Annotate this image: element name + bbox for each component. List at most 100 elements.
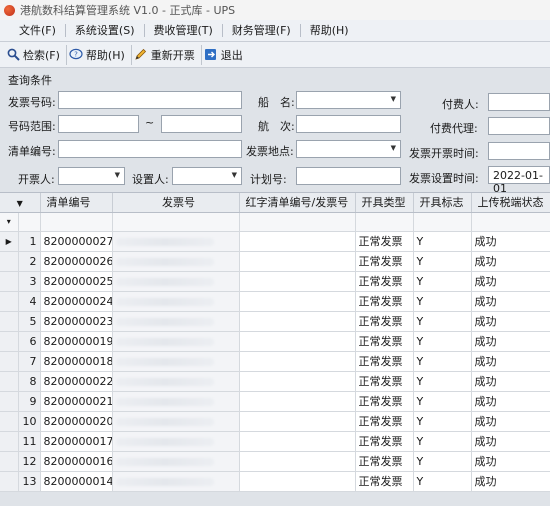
upload-status-cell[interactable]: 成功 (471, 251, 550, 272)
list-no-cell[interactable]: 8200000018 (40, 351, 113, 372)
filter-cell[interactable] (413, 212, 472, 232)
menu-fee-management[interactable]: 费收管理(T) (145, 24, 223, 37)
table-row[interactable]: 13 8200000014 正常发票 Y 成功 (0, 471, 550, 492)
red-list-no-cell[interactable] (239, 311, 356, 332)
issue-flag-cell[interactable]: Y (413, 331, 472, 352)
upload-status-cell[interactable]: 成功 (471, 291, 550, 312)
invoice-no-cell-redacted[interactable] (112, 271, 240, 292)
invoice-no-cell-redacted[interactable] (112, 231, 240, 252)
column-header-upload-status[interactable]: 上传税端状态 (471, 193, 550, 213)
red-list-no-cell[interactable] (239, 391, 356, 412)
invoice-no-cell-redacted[interactable] (112, 391, 240, 412)
issue-flag-cell[interactable]: Y (413, 451, 472, 472)
table-row[interactable]: 6 8200000019 正常发票 Y 成功 (0, 331, 550, 352)
filter-cell[interactable] (112, 212, 240, 232)
menu-file[interactable]: 文件(F) (10, 24, 66, 37)
table-row[interactable]: 12 8200000016 正常发票 Y 成功 (0, 451, 550, 472)
issue-type-cell[interactable]: 正常发票 (355, 271, 414, 292)
upload-status-cell[interactable]: 成功 (471, 351, 550, 372)
issue-type-cell[interactable]: 正常发票 (355, 311, 414, 332)
issue-type-cell[interactable]: 正常发票 (355, 411, 414, 432)
issue-flag-cell[interactable]: Y (413, 291, 472, 312)
invoice-no-input[interactable] (58, 91, 242, 109)
list-no-input[interactable] (58, 140, 242, 158)
table-row[interactable]: 7 8200000018 正常发票 Y 成功 (0, 351, 550, 372)
filter-cell[interactable] (471, 212, 550, 232)
table-row[interactable]: 5 8200000023 正常发票 Y 成功 (0, 311, 550, 332)
red-list-no-cell[interactable] (239, 471, 356, 492)
column-header-list-no[interactable]: 清单编号 (40, 193, 113, 213)
issue-type-cell[interactable]: 正常发票 (355, 451, 414, 472)
menu-finance-management[interactable]: 财务管理(F) (223, 24, 301, 37)
voyage-input[interactable] (296, 115, 401, 133)
menu-system-settings[interactable]: 系统设置(S) (66, 24, 145, 37)
plan-no-input[interactable] (296, 167, 401, 185)
invoice-no-cell-redacted[interactable] (112, 471, 240, 492)
upload-status-cell[interactable]: 成功 (471, 371, 550, 392)
list-no-cell[interactable]: 8200000026 (40, 251, 113, 272)
issue-flag-cell[interactable]: Y (413, 391, 472, 412)
table-row[interactable]: 3 8200000025 正常发票 Y 成功 (0, 271, 550, 292)
list-no-cell[interactable]: 8200000021 (40, 391, 113, 412)
table-row[interactable]: 9 8200000021 正常发票 Y 成功 (0, 391, 550, 412)
invoice-no-cell-redacted[interactable] (112, 431, 240, 452)
list-no-cell[interactable]: 8200000017 (40, 431, 113, 452)
red-list-no-cell[interactable] (239, 351, 356, 372)
upload-status-cell[interactable]: 成功 (471, 451, 550, 472)
list-no-cell[interactable]: 8200000019 (40, 331, 113, 352)
list-no-cell[interactable]: 8200000027 (40, 231, 113, 252)
issue-flag-cell[interactable]: Y (413, 231, 472, 252)
upload-status-cell[interactable]: 成功 (471, 391, 550, 412)
setter-select[interactable] (172, 167, 242, 185)
upload-status-cell[interactable]: 成功 (471, 271, 550, 292)
number-range-end-input[interactable] (161, 115, 242, 133)
table-row[interactable]: 11 8200000017 正常发票 Y 成功 (0, 431, 550, 452)
red-list-no-cell[interactable] (239, 411, 356, 432)
upload-status-cell[interactable]: 成功 (471, 471, 550, 492)
red-list-no-cell[interactable] (239, 371, 356, 392)
issuer-select[interactable] (58, 167, 125, 185)
issue-type-cell[interactable]: 正常发票 (355, 231, 414, 252)
table-row[interactable]: 4 8200000024 正常发票 Y 成功 (0, 291, 550, 312)
red-list-no-cell[interactable] (239, 291, 356, 312)
red-list-no-cell[interactable] (239, 271, 356, 292)
issue-type-cell[interactable]: 正常发票 (355, 351, 414, 372)
invoice-no-cell-redacted[interactable] (112, 291, 240, 312)
list-no-cell[interactable]: 8200000024 (40, 291, 113, 312)
issue-flag-cell[interactable]: Y (413, 431, 472, 452)
issue-type-cell[interactable]: 正常发票 (355, 471, 414, 492)
table-row[interactable]: 10 8200000020 正常发票 Y 成功 (0, 411, 550, 432)
number-range-start-input[interactable] (58, 115, 139, 133)
upload-status-cell[interactable]: 成功 (471, 411, 550, 432)
search-button[interactable]: 检索(F) (4, 44, 67, 65)
table-row[interactable]: 8 8200000022 正常发票 Y 成功 (0, 371, 550, 392)
filter-icon[interactable]: ▾ (0, 212, 19, 232)
invoice-place-select[interactable] (296, 140, 401, 158)
menu-help[interactable]: 帮助(H) (301, 24, 358, 37)
issue-type-cell[interactable]: 正常发票 (355, 331, 414, 352)
red-list-no-cell[interactable] (239, 251, 356, 272)
filter-cell[interactable] (355, 212, 414, 232)
filter-cell[interactable] (40, 212, 113, 232)
issue-type-cell[interactable]: 正常发票 (355, 391, 414, 412)
column-header-invoice-no[interactable]: 发票号 (112, 193, 240, 213)
column-header-issue-type[interactable]: 开具类型 (355, 193, 414, 213)
issue-flag-cell[interactable]: Y (413, 251, 472, 272)
issue-flag-cell[interactable]: Y (413, 371, 472, 392)
payer-input[interactable] (488, 93, 550, 111)
issue-type-cell[interactable]: 正常发票 (355, 371, 414, 392)
invoice-no-cell-redacted[interactable] (112, 351, 240, 372)
invoice-no-cell-redacted[interactable] (112, 411, 240, 432)
red-list-no-cell[interactable] (239, 231, 356, 252)
grid-corner-header[interactable]: ▼ (0, 193, 41, 213)
issue-type-cell[interactable]: 正常发票 (355, 251, 414, 272)
filter-row[interactable]: ▾ (0, 212, 550, 232)
issue-flag-cell[interactable]: Y (413, 351, 472, 372)
table-row[interactable]: 2 8200000026 正常发票 Y 成功 (0, 251, 550, 272)
red-list-no-cell[interactable] (239, 431, 356, 452)
issue-flag-cell[interactable]: Y (413, 271, 472, 292)
upload-status-cell[interactable]: 成功 (471, 331, 550, 352)
invoice-no-cell-redacted[interactable] (112, 251, 240, 272)
issue-flag-cell[interactable]: Y (413, 311, 472, 332)
invoice-no-cell-redacted[interactable] (112, 451, 240, 472)
